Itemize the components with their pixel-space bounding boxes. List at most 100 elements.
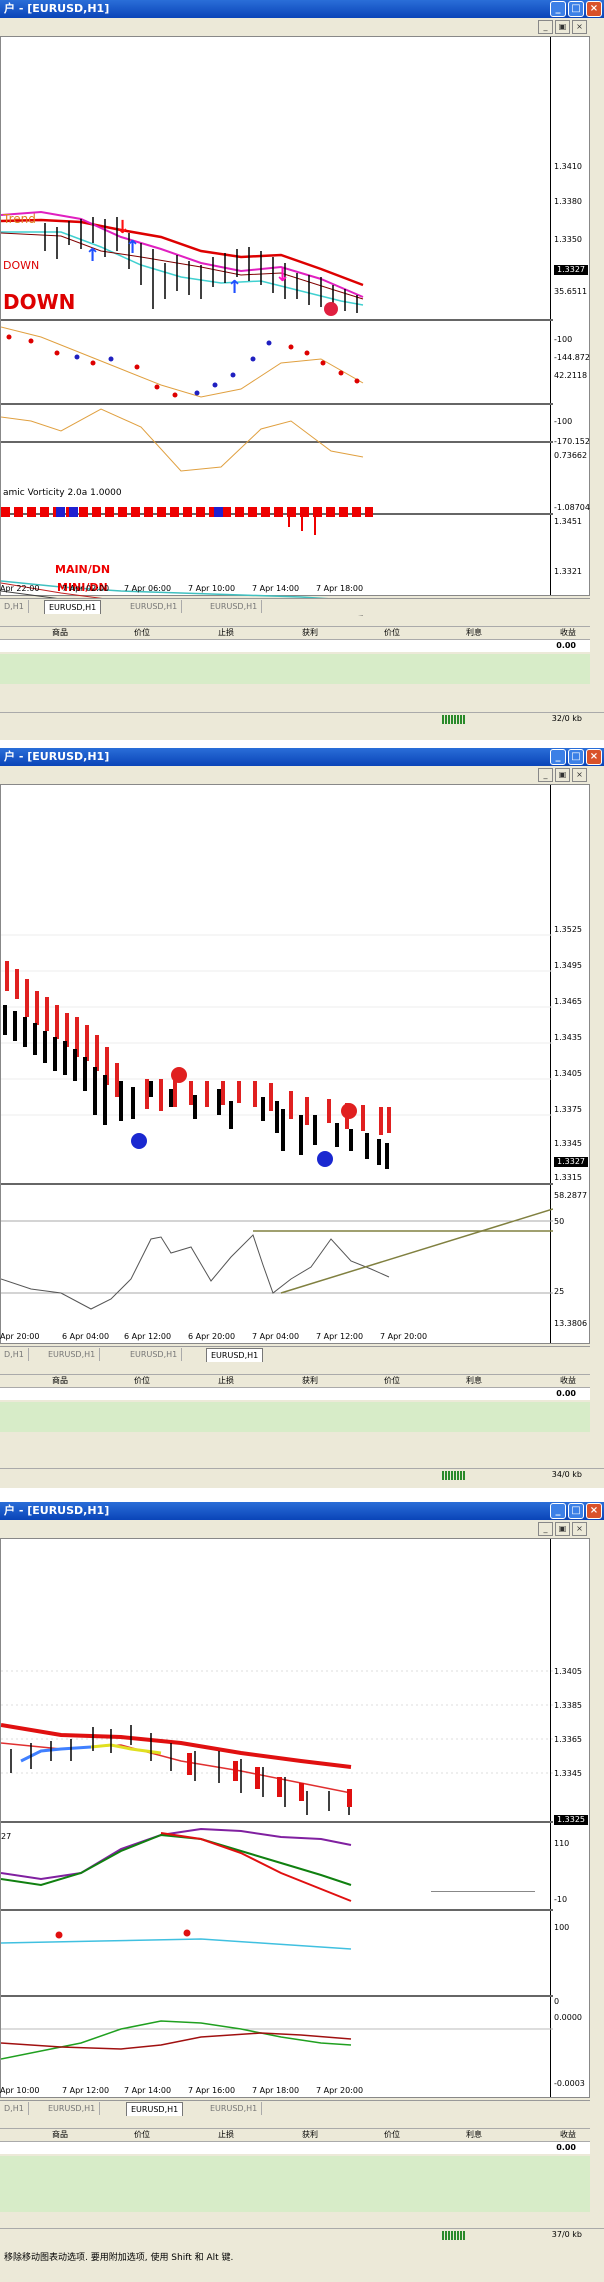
vorticity-label: amic Vorticity 2.0a 1.0000 [3, 488, 122, 498]
mdi-controls: _ ▣ × [536, 1522, 588, 1536]
column-header[interactable]: 获利 [302, 2129, 318, 2141]
mdi-close-icon[interactable]: × [572, 1522, 587, 1536]
chart-tab[interactable]: EURUSD,H1 [126, 1348, 183, 1361]
time-axis: Apr 20:00 6 Apr 04:00 6 Apr 12:00 6 Apr … [0, 1332, 552, 1344]
chart-tab[interactable]: EURUSD,H1 [126, 600, 183, 613]
time-label: 7 Apr 12:00 [62, 2086, 110, 2095]
chart-tabs: D,H1 EURUSD,H1 EURUSD,H1 EURUSD,H1 [0, 2100, 590, 2117]
balance-value: 0.00 [556, 2143, 576, 2152]
column-header[interactable]: 价位 [134, 2129, 150, 2141]
column-header[interactable]: 利息 [466, 627, 482, 639]
chart-area[interactable]: 1.3525 1.3495 1.3465 1.3435 1.3405 1.337… [0, 784, 590, 1344]
price-chart-svg [1, 934, 553, 1310]
window-title: 户 - [EURUSD,H1] [4, 1504, 110, 1517]
time-label: 7 Apr 18:00 [316, 584, 364, 593]
column-header[interactable]: 利息 [466, 1375, 482, 1387]
close-button[interactable]: × [586, 1503, 602, 1519]
mdi-minimize-icon[interactable]: _ [538, 1522, 553, 1536]
sell-signal-dot [341, 1103, 357, 1119]
column-header[interactable]: 价位 [384, 627, 400, 639]
down-arrow-icon: ↓ [275, 265, 290, 286]
chart-tab[interactable]: EURUSD,H1 [206, 2102, 263, 2115]
column-header[interactable]: 止损 [218, 2129, 234, 2141]
balance-row[interactable]: 0.00 [0, 640, 590, 652]
column-header[interactable]: 获利 [302, 1375, 318, 1387]
window-title-bar[interactable]: 户 - [EURUSD,H1] _ □ × [0, 748, 604, 766]
column-header[interactable]: 收益 [560, 1375, 576, 1387]
window-title: 户 - [EURUSD,H1] [4, 2, 110, 15]
column-header[interactable]: 收益 [560, 627, 576, 639]
mdi-restore-icon[interactable]: ▣ [555, 1522, 570, 1536]
traffic-status: 37/0 kb [551, 2230, 582, 2239]
time-label: 7 Apr 06:00 [124, 584, 172, 593]
time-label: 7 Apr 10:00 [188, 584, 236, 593]
close-button[interactable]: × [586, 749, 602, 765]
chart-tab-active[interactable]: EURUSD,H1 [44, 600, 102, 614]
chart-tabs: D,H1 EURUSD,H1 EURUSD,H1 EURUSD,H1 [0, 598, 590, 615]
column-header[interactable]: 商品 [52, 1375, 68, 1387]
column-header[interactable]: 商品 [52, 2129, 68, 2141]
minimize-button[interactable]: _ [550, 1503, 566, 1519]
window-title-bar[interactable]: 户 - [EURUSD,H1] _ □ × [0, 0, 604, 18]
maximize-button[interactable]: □ [568, 1, 584, 17]
price-label: 1.3405 [554, 1069, 582, 1078]
time-label: Apr 20:00 [0, 1332, 40, 1341]
column-header[interactable]: 获利 [302, 627, 318, 639]
column-header[interactable]: 收益 [560, 2129, 576, 2141]
chart-tab[interactable]: D,H1 [0, 2102, 29, 2115]
price-scale: 1.3405 1.3385 1.3365 1.3345 1.3325 110 -… [550, 1539, 589, 2097]
column-header[interactable]: 利息 [466, 2129, 482, 2141]
time-label: 7 Apr 12:00 [316, 1332, 364, 1341]
chart-tab[interactable]: D,H1 [0, 1348, 29, 1361]
indicator-scale-label: 1.3321 [554, 567, 582, 576]
buy-signal-dot [317, 1151, 333, 1167]
column-header[interactable]: 价位 [134, 1375, 150, 1387]
window-title: 户 - [EURUSD,H1] [4, 750, 110, 763]
signal-dot [55, 1931, 63, 1939]
chart-tab-active[interactable]: EURUSD,H1 [126, 2102, 184, 2116]
traffic-status: 32/0 kb [551, 714, 582, 723]
minimize-button[interactable]: _ [550, 1, 566, 17]
terminal-area [0, 2156, 590, 2212]
close-button[interactable]: × [586, 1, 602, 17]
terminal-area [0, 654, 590, 684]
chart-area[interactable]: 1.3410 1.3380 1.3350 1.3327 35.6511 -100… [0, 36, 590, 616]
trend-label: Trend [2, 212, 36, 226]
column-header[interactable]: 价位 [134, 627, 150, 639]
indicator-scale-label: 0.73662 [554, 451, 588, 460]
mini-popup [431, 1835, 535, 1892]
mdi-close-icon[interactable]: × [572, 768, 587, 782]
vorticity-bars [1, 507, 373, 537]
indicator-value: 27 [1, 1832, 11, 1841]
balance-row[interactable]: 0.00 [0, 1388, 590, 1400]
maximize-button[interactable]: □ [568, 749, 584, 765]
column-header[interactable]: 商品 [52, 627, 68, 639]
balance-row[interactable]: 0.00 [0, 2142, 590, 2154]
chart-tab[interactable]: EURUSD,H1 [206, 600, 263, 613]
column-header[interactable]: 价位 [384, 1375, 400, 1387]
window-title-bar[interactable]: 户 - [EURUSD,H1] _ □ × [0, 1502, 604, 1520]
up-arrow-icon: ↑ [85, 245, 100, 266]
mdi-restore-icon[interactable]: ▣ [555, 20, 570, 34]
column-header[interactable]: 止损 [218, 1375, 234, 1387]
chart-tab[interactable]: EURUSD,H1 [44, 2102, 101, 2115]
chart-area[interactable]: 1.3405 1.3385 1.3365 1.3345 1.3325 110 -… [0, 1538, 590, 2098]
mdi-controls: _ ▣ × [536, 20, 588, 34]
chart-tab[interactable]: D,H1 [0, 600, 29, 613]
mdi-restore-icon[interactable]: ▣ [555, 768, 570, 782]
chart-window-1: 户 - [EURUSD,H1] _ □ × _ ▣ × 1.3410 1.3380 … [0, 0, 604, 740]
column-header[interactable]: 止损 [218, 627, 234, 639]
minimize-button[interactable]: _ [550, 749, 566, 765]
chart-tab-active[interactable]: EURUSD,H1 [206, 1348, 264, 1362]
mdi-minimize-icon[interactable]: _ [538, 768, 553, 782]
price-scale: 1.3410 1.3380 1.3350 1.3327 35.6511 -100… [550, 37, 590, 595]
connection-bars-icon [442, 715, 466, 724]
chart-tab[interactable]: EURUSD,H1 [44, 1348, 101, 1361]
mdi-close-icon[interactable]: × [572, 20, 587, 34]
price-label: 1.3375 [554, 1105, 582, 1114]
chart-tabs: D,H1 EURUSD,H1 EURUSD,H1 EURUSD,H1 [0, 1346, 590, 1363]
mdi-minimize-icon[interactable]: _ [538, 20, 553, 34]
maximize-button[interactable]: □ [568, 1503, 584, 1519]
buy-signal-dot [131, 1133, 147, 1149]
column-header[interactable]: 价位 [384, 2129, 400, 2141]
